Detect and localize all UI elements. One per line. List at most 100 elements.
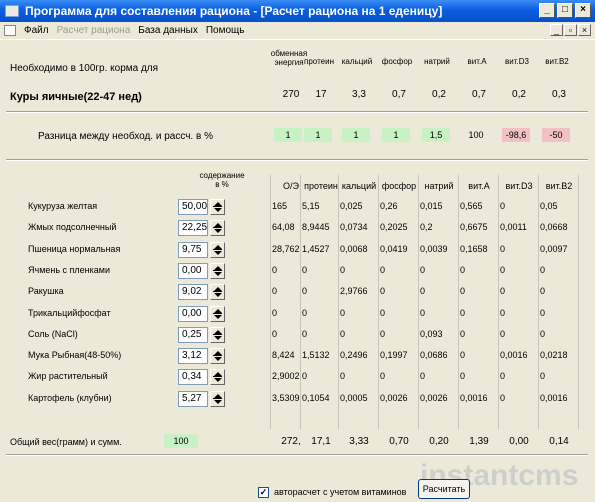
spin-button[interactable] (210, 284, 225, 300)
table-cell: 5,15 (302, 201, 320, 211)
spin-button[interactable] (210, 391, 225, 407)
table-cell: 0 (420, 286, 426, 296)
divider (6, 159, 588, 161)
table-cell: 0 (340, 329, 346, 339)
percent-input[interactable]: 0,00 (178, 263, 208, 279)
table-header: вит.A (468, 181, 490, 191)
spin-button[interactable] (210, 263, 225, 279)
table-cell: 0,0039 (420, 244, 448, 254)
total-value: 1,39 (469, 436, 489, 447)
menu-database[interactable]: База данных (138, 25, 198, 36)
table-header: фосфор (381, 181, 417, 191)
table-cell: 0 (460, 371, 466, 381)
spin-button[interactable] (210, 220, 225, 236)
table-cell: 0,015 (420, 201, 443, 211)
spin-button[interactable] (210, 348, 225, 364)
menu-file[interactable]: Файл (24, 25, 49, 36)
table-cell: 0 (380, 286, 386, 296)
calculate-button[interactable]: Расчитать (418, 479, 470, 499)
percent-input[interactable]: 0,34 (178, 369, 208, 385)
requirement-value: 0,7 (472, 89, 486, 100)
table-cell: 0 (380, 308, 386, 318)
minimize-button[interactable]: _ (539, 3, 555, 18)
table-cell: 0 (540, 371, 546, 381)
table-cell: 0,1658 (460, 244, 488, 254)
table-cell: 0 (540, 286, 546, 296)
table-cell: 0,0218 (540, 350, 568, 360)
nutrient-header: кальций (341, 57, 373, 66)
table-cell: 0,0419 (380, 244, 408, 254)
maximize-button[interactable]: □ (557, 3, 573, 18)
ingredient-name: Мука Рыбная(48-50%) (28, 350, 122, 360)
spin-button[interactable] (210, 242, 225, 258)
table-cell: 0 (272, 308, 278, 318)
table-cell: 0,565 (460, 201, 483, 211)
percent-input[interactable]: 0,25 (178, 327, 208, 343)
percent-input[interactable]: 9,02 (178, 284, 208, 300)
percent-input[interactable]: 9,75 (178, 242, 208, 258)
auto-calc-label: авторасчет с учетом витаминов (274, 487, 407, 497)
requirement-value: 0,3 (552, 89, 566, 100)
table-cell: 0,0686 (420, 350, 448, 360)
percent-input[interactable]: 22,25 (178, 220, 208, 236)
table-cell: 0 (302, 329, 308, 339)
ingredient-name: Соль (NaCl) (28, 329, 78, 339)
table-cell: 0 (272, 329, 278, 339)
table-cell: 0 (500, 201, 506, 211)
ingredient-name: Жмых подсолнечный (28, 222, 117, 232)
total-value: 0,14 (549, 436, 569, 447)
ingredient-name: Пшеница нормальная (28, 244, 121, 254)
total-value: 3,33 (349, 436, 369, 447)
table-cell: 0 (540, 329, 546, 339)
table-cell: 0 (340, 265, 346, 275)
total-weight: 100 (164, 434, 198, 448)
nutrient-header: вит.B2 (545, 57, 569, 66)
mdi-minimize-button[interactable]: _ (550, 24, 563, 36)
table-cell: 0 (500, 329, 506, 339)
grid-line (418, 175, 419, 429)
spin-button[interactable] (210, 199, 225, 215)
percent-input[interactable]: 3,12 (178, 348, 208, 364)
table-cell: 0,093 (420, 329, 443, 339)
table-cell: 0,05 (540, 201, 558, 211)
ingredient-name: Картофель (клубни) (28, 393, 112, 403)
percent-input[interactable]: 5,27 (178, 391, 208, 407)
table-cell: 165 (272, 201, 288, 211)
table-cell: 3,5309 (272, 393, 300, 403)
percent-input[interactable]: 0,00 (178, 306, 208, 322)
table-cell: 0 (380, 329, 386, 339)
menu-calc[interactable]: Расчет рациона (57, 25, 131, 36)
table-cell: 0 (272, 265, 278, 275)
spin-button[interactable] (210, 327, 225, 343)
mdi-restore-button[interactable]: ▫ (564, 24, 577, 36)
spin-button[interactable] (210, 306, 225, 322)
diff-value: 1 (274, 128, 302, 142)
table-cell: 0 (302, 308, 308, 318)
ingredient-name: Ракушка (28, 286, 64, 296)
table-cell: 0 (500, 371, 506, 381)
table-cell: 0 (500, 244, 506, 254)
table-cell: 2,9766 (340, 286, 368, 296)
diff-value: -50 (542, 128, 570, 142)
percent-input[interactable]: 50,00 (178, 199, 208, 215)
close-button[interactable]: × (575, 3, 591, 18)
menu-help[interactable]: Помощь (206, 25, 245, 36)
nutrient-header: натрий (424, 57, 450, 66)
diff-value: 1 (304, 128, 332, 142)
total-value: 0,70 (389, 436, 409, 447)
table-header: вит.D3 (505, 181, 533, 191)
table-cell: 0,2025 (380, 222, 408, 232)
table-cell: 0,0734 (340, 222, 368, 232)
total-label: Общий вес(грамм) и сумм. (10, 437, 122, 447)
mdi-close-button[interactable]: × (578, 24, 591, 36)
requirement-value: 0,2 (512, 89, 526, 100)
spin-button[interactable] (210, 369, 225, 385)
table-cell: 0 (302, 371, 308, 381)
table-cell: 0 (500, 286, 506, 296)
grid-line (538, 175, 539, 429)
auto-calc-checkbox[interactable]: ✓ (258, 487, 269, 498)
total-value: 17,1 (311, 436, 331, 447)
nutrient-header: вит.D3 (505, 57, 529, 66)
animal-type: Куры яичные(22-47 нед) (10, 91, 142, 103)
title-bar: Программа для составления рациона - [Рас… (0, 0, 595, 22)
